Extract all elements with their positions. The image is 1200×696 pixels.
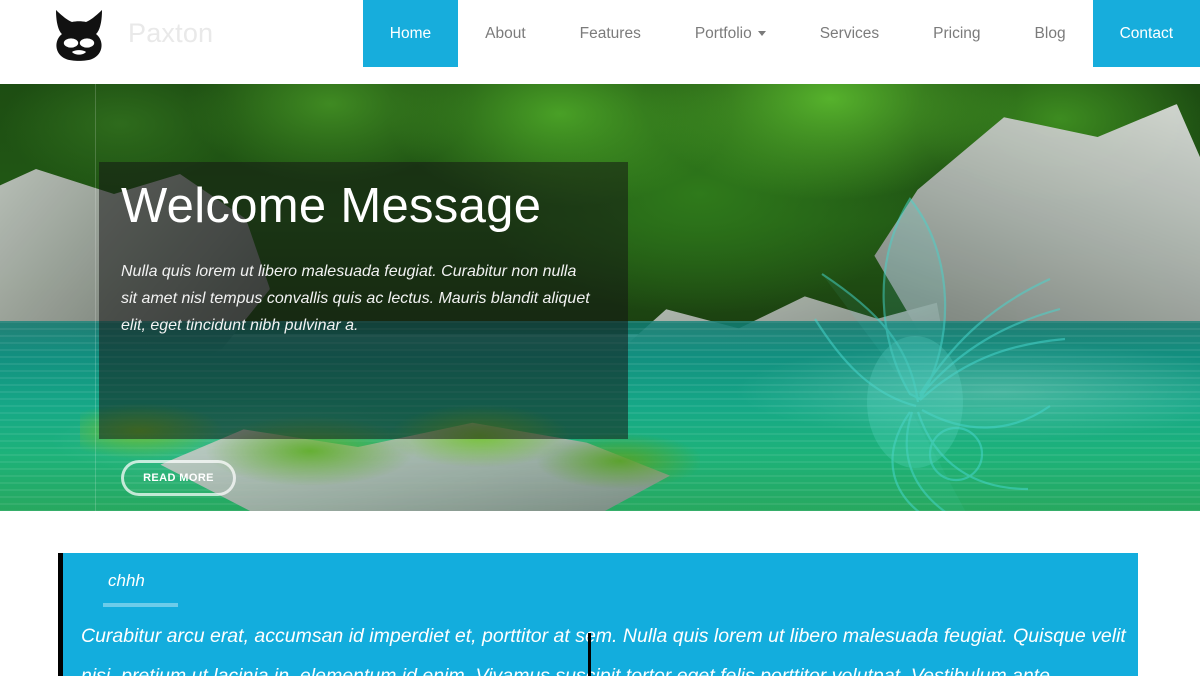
brand-logo-area[interactable]: Paxton (48, 0, 213, 67)
site-header: Paxton Home About Features Portfolio Ser… (0, 0, 1200, 84)
nav-label: Home (389, 24, 432, 42)
nav-item-home[interactable]: Home (362, 0, 459, 67)
nav-label: Services (819, 24, 880, 42)
text-cursor-caret (588, 633, 591, 676)
nav-label: Pricing (933, 24, 981, 42)
hero-carousel[interactable]: Welcome Message Nulla quis lorem ut libe… (0, 84, 1200, 511)
hero-description: Nulla quis lorem ut libero malesuada feu… (121, 263, 590, 334)
slide-edge-seam (95, 84, 96, 511)
nav-label: Portfolio (694, 24, 752, 42)
butterfly-overlay-icon (814, 197, 1066, 511)
main-navigation: Home About Features Portfolio Services P… (362, 0, 1200, 67)
nav-label: Contact (1119, 24, 1173, 42)
nav-item-pricing[interactable]: Pricing (906, 0, 1007, 67)
panel-body-text: Curabitur arcu erat, accumsan id imperdi… (81, 625, 1126, 687)
nav-item-about[interactable]: About (458, 0, 553, 67)
cat-mask-logo-icon (48, 6, 110, 62)
brand-name: Paxton (128, 18, 214, 48)
nav-label: Blog (1034, 24, 1066, 42)
nav-item-contact[interactable]: Contact (1092, 0, 1200, 67)
nav-item-portfolio[interactable]: Portfolio (668, 0, 793, 67)
panel-heading: chhh (108, 571, 145, 590)
info-panel: chhh Curabitur arcu erat, accumsan id im… (58, 553, 1138, 687)
nav-item-blog[interactable]: Blog (1008, 0, 1093, 67)
nav-item-services[interactable]: Services (793, 0, 906, 67)
read-more-label: READ MORE (143, 472, 214, 484)
nav-label: Features (579, 24, 641, 42)
hero-title: Welcome Message (121, 179, 542, 233)
nav-label: About (485, 24, 526, 42)
panel-surface[interactable]: chhh Curabitur arcu erat, accumsan id im… (63, 553, 1138, 687)
panel-heading-underline (103, 603, 178, 607)
read-more-button[interactable]: READ MORE (121, 460, 236, 496)
nav-item-features[interactable]: Features (553, 0, 668, 67)
chevron-down-icon (757, 31, 766, 36)
hero-caption-box: Welcome Message Nulla quis lorem ut libe… (99, 162, 628, 439)
